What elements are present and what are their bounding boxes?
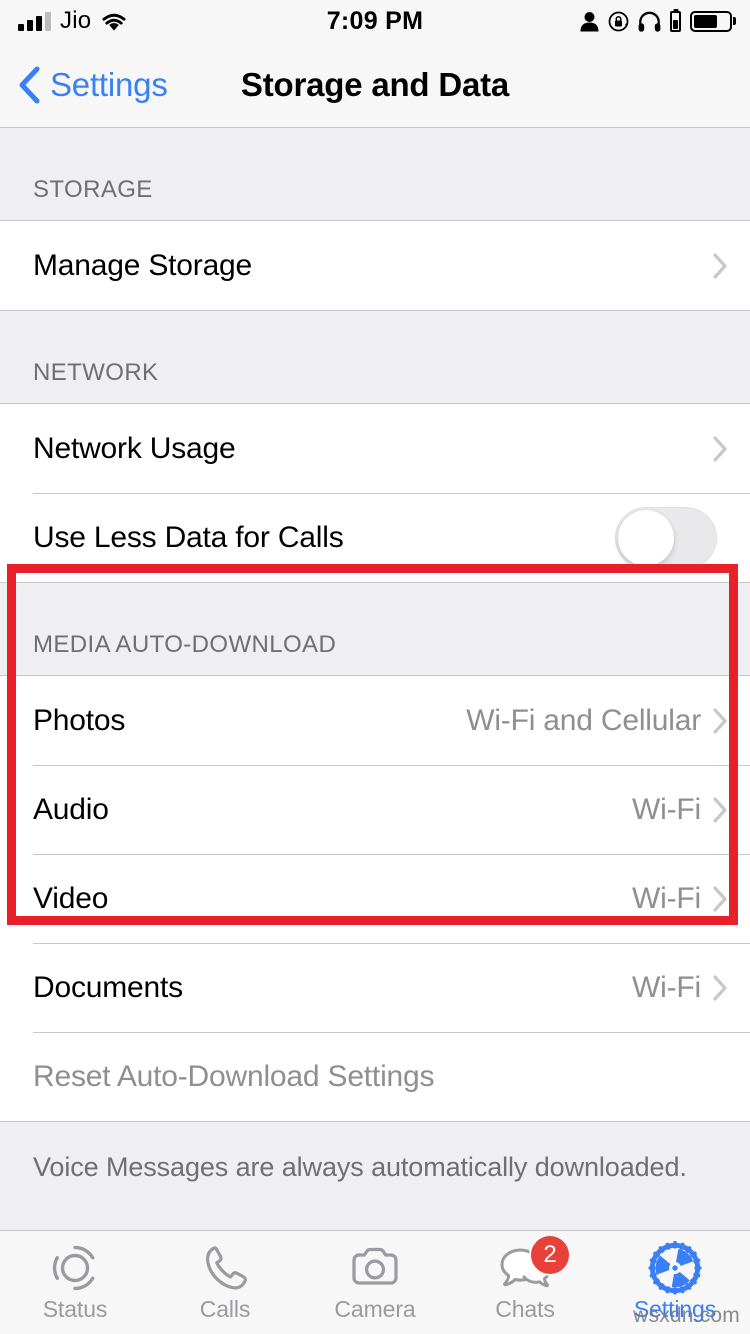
settings-list[interactable]: STORAGE Manage Storage NETWORK Network U…	[0, 128, 750, 1230]
cellular-signal-icon	[18, 11, 51, 31]
group-storage: Manage Storage	[0, 220, 750, 311]
camera-icon	[349, 1242, 401, 1294]
chevron-right-icon	[713, 435, 728, 462]
chevron-right-icon	[713, 885, 728, 912]
row-label: Audio	[33, 792, 109, 826]
section-header-media-auto-download: MEDIA AUTO-DOWNLOAD	[0, 583, 750, 675]
row-label: Use Less Data for Calls	[33, 520, 344, 554]
tab-chats[interactable]: 2 Chats	[450, 1231, 600, 1334]
row-label: Photos	[33, 703, 126, 737]
row-value: Wi-Fi	[632, 792, 701, 826]
person-icon	[580, 11, 599, 32]
tab-label: Camera	[334, 1296, 416, 1322]
status-bar: Jio 7:09 PM	[0, 0, 750, 42]
row-photos[interactable]: Photos Wi-Fi and Cellular	[0, 676, 750, 765]
group-media-auto-download: Photos Wi-Fi and Cellular Audio Wi-Fi Vi…	[0, 675, 750, 1122]
row-network-usage[interactable]: Network Usage	[0, 404, 750, 493]
section-header-network: NETWORK	[0, 311, 750, 403]
tab-settings[interactable]: Settings	[600, 1231, 750, 1334]
chevron-right-icon	[713, 252, 728, 279]
row-manage-storage[interactable]: Manage Storage	[0, 221, 750, 310]
toggle-knob	[618, 509, 674, 566]
rotation-lock-icon	[608, 11, 629, 32]
row-label: Reset Auto-Download Settings	[33, 1059, 435, 1093]
headphone-battery-icon	[670, 10, 681, 32]
wifi-icon	[100, 11, 128, 32]
row-label: Manage Storage	[33, 248, 253, 282]
phone-icon	[199, 1242, 251, 1294]
group-network: Network Usage Use Less Data for Calls	[0, 403, 750, 583]
row-value: Wi-Fi	[632, 970, 701, 1004]
tab-label: Chats	[495, 1296, 555, 1322]
chevron-left-icon	[18, 66, 40, 104]
back-button-label: Settings	[50, 65, 168, 103]
media-footer-note: Voice Messages are always automatically …	[0, 1122, 750, 1212]
navigation-bar: Settings Storage and Data	[0, 42, 750, 128]
chevron-right-icon	[713, 974, 728, 1001]
row-video[interactable]: Video Wi-Fi	[0, 854, 750, 943]
status-bar-left: Jio	[18, 7, 128, 35]
row-use-less-data-for-calls[interactable]: Use Less Data for Calls	[0, 493, 750, 582]
tab-label: Status	[42, 1296, 108, 1322]
tab-camera[interactable]: Camera	[300, 1231, 450, 1334]
row-label: Network Usage	[33, 431, 236, 465]
battery-icon	[690, 10, 732, 32]
row-value: Wi-Fi and Cellular	[466, 703, 701, 737]
tab-calls[interactable]: Calls	[150, 1231, 300, 1334]
chevron-right-icon	[713, 796, 728, 823]
back-button[interactable]: Settings	[18, 66, 168, 104]
status-ring-icon	[49, 1242, 101, 1294]
row-label: Video	[33, 881, 109, 915]
chevron-right-icon	[713, 707, 728, 734]
row-label: Documents	[33, 970, 183, 1004]
gear-icon	[648, 1241, 702, 1295]
row-documents[interactable]: Documents Wi-Fi	[0, 943, 750, 1032]
phone-screen: Jio 7:09 PM Settings Storage and Data ST…	[0, 0, 750, 1334]
section-header-storage: STORAGE	[0, 128, 750, 220]
chats-unread-badge: 2	[531, 1236, 569, 1274]
tab-label: Settings	[633, 1296, 717, 1322]
tab-label: Calls	[199, 1296, 251, 1322]
status-bar-right	[580, 10, 732, 32]
tab-status[interactable]: Status	[0, 1231, 150, 1334]
chat-bubbles-icon: 2	[497, 1236, 569, 1294]
row-value: Wi-Fi	[632, 881, 701, 915]
headphones-icon	[638, 11, 661, 32]
row-reset-auto-download-settings[interactable]: Reset Auto-Download Settings	[0, 1032, 750, 1121]
carrier-label: Jio	[60, 7, 92, 34]
row-audio[interactable]: Audio Wi-Fi	[0, 765, 750, 854]
tab-bar: Status Calls Camera 2 Chats Settings wsx…	[0, 1230, 750, 1334]
use-less-data-toggle[interactable]	[615, 506, 717, 569]
